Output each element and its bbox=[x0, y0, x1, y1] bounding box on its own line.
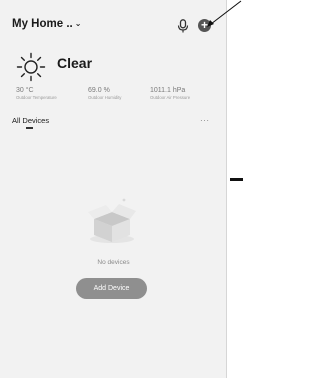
stat-label: Outdoor Humidity bbox=[88, 95, 122, 100]
stat-value: 69.0 % bbox=[88, 87, 110, 94]
tab-all-devices[interactable]: All Devices bbox=[12, 116, 49, 125]
header: My Home .. ⌄ + bbox=[12, 18, 217, 36]
home-selector[interactable]: My Home .. ⌄ bbox=[12, 18, 81, 30]
tab-active-indicator bbox=[26, 127, 33, 129]
stat-label: Outdoor Air Pressure bbox=[150, 95, 191, 100]
weather-condition: Clear bbox=[57, 55, 93, 71]
more-options-icon[interactable]: ··· bbox=[200, 116, 210, 125]
sun-icon bbox=[16, 52, 46, 82]
stat-value: 30 °C bbox=[16, 87, 34, 94]
home-title: My Home .. bbox=[12, 18, 73, 30]
outdoor-air-pressure: 1011.1 hPa Outdoor Air Pressure bbox=[150, 87, 190, 100]
empty-box-icon bbox=[88, 198, 136, 243]
add-device-button[interactable]: Add Device bbox=[76, 278, 147, 299]
pointer-arrow-icon bbox=[207, 0, 242, 27]
stat-label: Outdoor Temperature bbox=[16, 95, 57, 100]
chevron-down-icon: ⌄ bbox=[74, 19, 82, 28]
callout-line bbox=[230, 178, 243, 181]
microphone-icon[interactable] bbox=[177, 19, 189, 33]
outdoor-humidity: 69.0 % Outdoor Humidity bbox=[88, 87, 121, 100]
app-screen: My Home .. ⌄ + Clear 30 °C Outdoor Temper… bbox=[0, 0, 227, 378]
outdoor-temperature: 30 °C Outdoor Temperature bbox=[16, 87, 57, 100]
empty-state-text: No devices bbox=[97, 259, 130, 266]
stat-value: 1011.1 hPa bbox=[150, 87, 186, 94]
